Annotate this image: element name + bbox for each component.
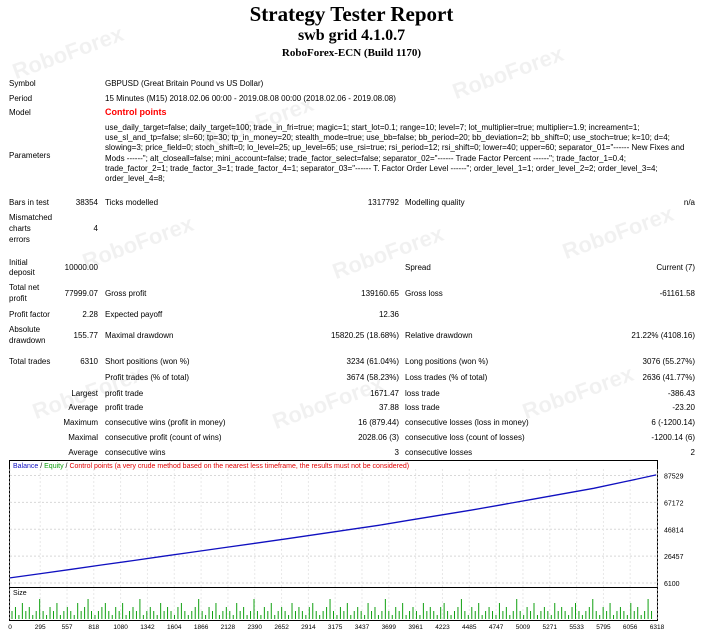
ep-value: 12.36 <box>378 310 399 319</box>
expert-name: swb grid 4.1.0.7 <box>297 27 406 44</box>
short-label: Short positions (won %) <box>105 357 190 366</box>
legend-equity: Equity <box>44 463 64 470</box>
deposit-label: Initial <box>9 258 28 267</box>
grossloss-label: Gross loss <box>405 289 443 298</box>
y-tick-label: 26457 <box>664 554 684 561</box>
watermark-text: RoboForex <box>329 220 447 285</box>
max-cw-label: consecutive wins (profit in money) <box>105 418 226 427</box>
average-pt-label: profit trade <box>105 403 144 412</box>
netprofit-label: profit <box>9 294 27 303</box>
avg-cw-value: 3 <box>394 448 399 457</box>
max-cl-value: 6 (-1200.14) <box>651 418 695 427</box>
watermark-text: RoboForex <box>559 200 677 265</box>
lt-label: Loss trades (% of total) <box>405 373 488 382</box>
lt-value: 2636 (41.77%) <box>642 373 695 382</box>
symbol-value: GBPUSD (Great Britain Pound vs US Dollar… <box>105 79 264 88</box>
balance-chart: 8752967172468142645761000 295 557 818 1080 13… <box>8 460 684 631</box>
long-label: Long positions (won %) <box>405 357 489 366</box>
maxdd-value: 15820.25 (18.68%) <box>330 331 399 340</box>
maximum-label: Maximum <box>63 418 98 427</box>
grossprofit-label: Gross profit <box>105 289 147 298</box>
largest-label: Largest <box>71 389 98 398</box>
maxl-cl-value: -1200.14 (6) <box>651 433 695 442</box>
quality-value: n/a <box>683 198 695 207</box>
reldd-label: Relative drawdown <box>405 331 473 340</box>
average-lt-label: loss trade <box>405 403 440 412</box>
spread-label: Spread <box>405 263 431 272</box>
legend-control-points: Control points (a very crude method base… <box>69 463 410 470</box>
maxl-cl-label: consecutive loss (count of losses) <box>405 433 525 442</box>
deposit-label: deposit <box>9 268 35 277</box>
short-value: 3234 (61.04%) <box>346 357 399 366</box>
largest-lt-value: -386.43 <box>667 389 695 398</box>
parameters-label: Parameters <box>9 151 51 160</box>
maximal-label: Maximal <box>68 433 98 442</box>
mismatch-label: Mismatched <box>9 213 53 222</box>
netprofit-value: 77999.07 <box>64 289 98 298</box>
mismatch-label: errors <box>9 235 30 244</box>
parameters-value: use_daily_target=false; daily_target=100… <box>105 123 685 184</box>
y-tick-label: 87529 <box>664 474 684 481</box>
pt-value: 3674 (58.23%) <box>346 373 399 382</box>
avg-cl-label: consecutive losses <box>405 448 473 457</box>
tt-label: Total trades <box>9 357 51 366</box>
spread-value: Current (7) <box>656 263 695 272</box>
bars-value: 38354 <box>75 198 98 207</box>
ep-label: Expected payoff <box>105 310 163 319</box>
report-title: Strategy Tester Report <box>249 2 454 26</box>
maxl-cp-value: 2028.06 (3) <box>358 433 399 442</box>
size-label: Size <box>13 590 27 597</box>
symbol-label: Symbol <box>9 79 36 88</box>
absdd-label: Absolute <box>9 325 41 334</box>
netprofit-label: Total net <box>9 283 40 292</box>
largest-pt-value: 1671.47 <box>370 389 399 398</box>
pt-label: Profit trades (% of total) <box>105 373 190 382</box>
pf-value: 2.28 <box>82 310 98 319</box>
mismatch-label: charts <box>9 224 31 233</box>
ticks-label: Ticks modelled <box>105 198 159 207</box>
legend-balance: Balance <box>13 463 39 470</box>
tt-value: 6310 <box>80 357 98 366</box>
quality-label: Modelling quality <box>405 198 465 207</box>
absdd-value: 155.77 <box>73 331 98 340</box>
grossprofit-value: 139160.65 <box>361 289 399 298</box>
period-label: Period <box>9 94 33 103</box>
long-value: 3076 (55.27%) <box>642 357 695 366</box>
reldd-value: 21.22% (4108.16) <box>631 331 695 340</box>
avg-cl-value: 2 <box>690 448 695 457</box>
maxdd-label: Maximal drawdown <box>105 331 174 340</box>
ticks-value: 1317792 <box>367 198 399 207</box>
mismatch-value: 4 <box>93 224 98 233</box>
maxl-cp-label: consecutive profit (count of wins) <box>105 433 222 442</box>
y-tick-label: 46814 <box>664 527 684 534</box>
largest-pt-label: profit trade <box>105 389 144 398</box>
absdd-label: drawdown <box>9 336 46 345</box>
pf-label: Profit factor <box>9 310 50 319</box>
max-cw-value: 16 (879.44) <box>358 418 399 427</box>
y-tick-label: 6100 <box>664 581 680 588</box>
max-cl-label: consecutive losses (loss in money) <box>405 418 529 427</box>
model-label: Model <box>9 108 31 117</box>
y-tick-label: 67172 <box>664 500 684 507</box>
largest-lt-label: loss trade <box>405 389 440 398</box>
period-value: 15 Minutes (M15) 2018.02.06 00:00 - 2019… <box>105 94 396 103</box>
average-lt-value: -23.20 <box>672 403 695 412</box>
avg-cw-label: consecutive wins <box>105 448 166 457</box>
average2-label: Average <box>68 448 98 457</box>
bars-label: Bars in test <box>9 198 50 207</box>
deposit-value: 10000.00 <box>64 263 98 272</box>
average-pt-value: 37.88 <box>378 403 399 412</box>
main-plot-frame <box>9 460 658 588</box>
chart-legend: Balance / Equity / Control points (a ver… <box>13 463 409 470</box>
server-name: RoboForex-ECN (Build 1170) <box>281 47 422 59</box>
average-label: Average <box>68 403 98 412</box>
model-value: Control points <box>105 107 167 117</box>
grossloss-value: -61161.58 <box>659 289 695 298</box>
